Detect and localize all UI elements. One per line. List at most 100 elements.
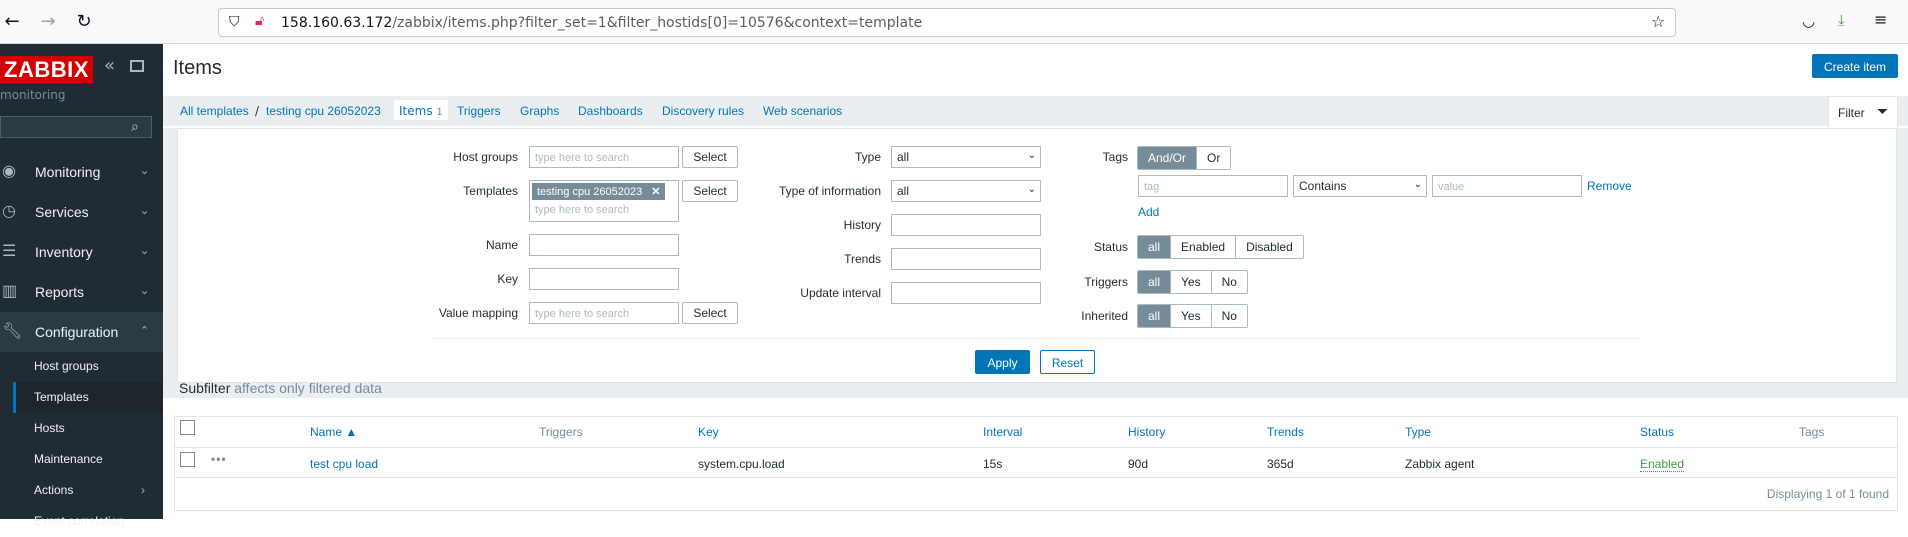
host-groups-select-button[interactable]: Select — [682, 146, 738, 168]
column-status[interactable]: Status — [1640, 425, 1674, 439]
templates-select-button[interactable]: Select — [682, 180, 738, 202]
item-key: system.cpu.load — [698, 457, 785, 471]
status-all-option[interactable]: all — [1138, 236, 1172, 258]
update-interval-input[interactable] — [891, 282, 1041, 304]
key-input[interactable] — [529, 268, 679, 290]
tags-or-option[interactable]: Or — [1197, 147, 1231, 169]
row-checkbox[interactable] — [180, 452, 195, 467]
menu-monitoring[interactable]: ◉ Monitoring ⌄ — [0, 152, 163, 192]
kiosk-mode-icon[interactable] — [130, 60, 144, 72]
chevron-right-icon: › — [141, 483, 145, 497]
menu-reports[interactable]: ▥ Reports ⌄ — [0, 272, 163, 312]
trends-input[interactable] — [891, 248, 1041, 270]
reset-button[interactable]: Reset — [1040, 350, 1095, 374]
templates-placeholder: type here to search — [535, 204, 630, 216]
type-of-information-select[interactable]: all ⌄ — [891, 180, 1041, 202]
status-enabled-option[interactable]: Enabled — [1171, 236, 1237, 258]
tag-value-input[interactable]: value — [1432, 175, 1582, 197]
history-input[interactable] — [891, 214, 1041, 236]
submenu-host-groups[interactable]: Host groups — [13, 351, 163, 382]
submenu-actions-label: Actions — [34, 483, 74, 497]
submenu-event-correlation[interactable]: Event correlation — [13, 506, 163, 537]
tab-discovery-rules[interactable]: Discovery rules — [662, 104, 744, 118]
chevron-down-icon: ⌄ — [1027, 184, 1036, 195]
tag-name-input[interactable]: tag — [1138, 175, 1288, 197]
type-select[interactable]: all ⌄ — [891, 146, 1041, 168]
select-all-checkbox[interactable] — [180, 420, 195, 435]
tab-triggers[interactable]: Triggers — [457, 104, 501, 118]
submenu-maintenance[interactable]: Maintenance — [13, 444, 163, 475]
submenu-hosts[interactable]: Hosts — [13, 413, 163, 444]
name-input[interactable] — [529, 234, 679, 256]
type-of-information-label: Type of information — [778, 184, 881, 198]
collapse-sidebar-icon[interactable]: « — [104, 55, 115, 76]
tab-dashboards[interactable]: Dashboards — [578, 104, 643, 118]
more-actions-icon[interactable]: ••• — [211, 452, 227, 466]
triggers-no-option[interactable]: No — [1211, 271, 1247, 293]
item-name-link[interactable]: test cpu load — [310, 457, 378, 471]
forward-icon[interactable]: → — [36, 10, 60, 34]
submenu-templates[interactable]: Templates — [13, 382, 163, 413]
filter-tab[interactable]: Filter ⏷ — [1828, 96, 1898, 128]
menu-configuration[interactable]: 🔧︎ Configuration ⌃ — [0, 312, 163, 352]
value-mapping-input[interactable]: type here to search — [529, 302, 679, 324]
triggers-toggle[interactable]: all Yes No — [1137, 270, 1248, 294]
crumb-all-templates[interactable]: All templates — [180, 104, 249, 118]
tags-evaltype-toggle[interactable]: And/Or Or — [1137, 146, 1232, 170]
inherited-toggle[interactable]: all Yes No — [1137, 304, 1248, 328]
tab-web-scenarios[interactable]: Web scenarios — [763, 104, 842, 118]
insecure-lock-icon[interactable]: 🔓︎ — [255, 13, 264, 29]
table-footer-count: Displaying 1 of 1 found — [1766, 487, 1889, 501]
triggers-yes-option[interactable]: Yes — [1171, 271, 1212, 293]
triggers-all-option[interactable]: all — [1138, 271, 1172, 293]
inherited-yes-option[interactable]: Yes — [1171, 305, 1212, 327]
url-host: 158.160.63.172 — [281, 15, 393, 31]
column-history[interactable]: History — [1128, 425, 1165, 439]
sidebar-search-input[interactable] — [0, 116, 152, 138]
app-menu-icon[interactable]: ≡ — [1874, 10, 1887, 29]
menu-inventory[interactable]: ☰ Inventory ⌄ — [0, 232, 163, 272]
status-toggle[interactable]: all Enabled Disabled — [1137, 235, 1304, 259]
inherited-all-option[interactable]: all — [1138, 305, 1172, 327]
tag-operator-select[interactable]: Contains ⌄ — [1293, 175, 1427, 197]
create-item-button[interactable]: Create item — [1812, 54, 1898, 78]
inherited-no-option[interactable]: No — [1211, 305, 1247, 327]
crumb-template[interactable]: testing cpu 26052023 — [266, 104, 381, 118]
submenu-actions[interactable]: Actions › — [13, 475, 163, 506]
clock-icon: ◷ — [2, 203, 16, 220]
remove-tag-link[interactable]: Remove — [1587, 179, 1632, 193]
tab-graphs[interactable]: Graphs — [520, 104, 559, 118]
tab-items[interactable]: Items 1 — [393, 99, 449, 121]
pocket-icon[interactable]: ◡ — [1802, 12, 1815, 30]
column-tags: Tags — [1799, 425, 1825, 439]
item-status-toggle[interactable]: Enabled — [1640, 457, 1685, 472]
shield-icon[interactable]: ⛉ — [229, 14, 240, 30]
column-interval[interactable]: Interval — [983, 425, 1022, 439]
key-label: Key — [497, 272, 518, 286]
column-type[interactable]: Type — [1405, 425, 1431, 439]
chevron-down-icon: ⌄ — [1413, 179, 1422, 190]
inherited-label: Inherited — [1081, 309, 1128, 323]
add-tag-link[interactable]: Add — [1138, 205, 1159, 219]
address-bar[interactable]: ⛉ 🔓︎ 158.160.63.172/zabbix/items.php?fil… — [218, 8, 1676, 37]
menu-services[interactable]: ◷ Services ⌄ — [0, 192, 163, 232]
chevron-down-icon: ⌄ — [140, 285, 150, 297]
tags-andor-option[interactable]: And/Or — [1138, 147, 1198, 169]
column-name[interactable]: Name ▲ — [310, 425, 357, 439]
remove-chip-icon[interactable]: ✕ — [651, 186, 660, 198]
column-triggers: Triggers — [539, 425, 583, 439]
status-disabled-option[interactable]: Disabled — [1236, 236, 1303, 258]
host-groups-input[interactable]: type here to search — [529, 146, 679, 168]
back-icon[interactable]: ← — [0, 10, 24, 34]
reload-icon[interactable]: ↻ — [72, 10, 96, 34]
value-mapping-select-button[interactable]: Select — [682, 302, 738, 324]
search-icon[interactable]: ⌕ — [131, 119, 139, 135]
templates-label: Templates — [463, 184, 518, 198]
apply-button[interactable]: Apply — [975, 350, 1030, 374]
template-chip[interactable]: testing cpu 26052023 ✕ — [532, 183, 666, 200]
bookmark-star-icon[interactable]: ☆ — [1651, 12, 1665, 31]
column-trends[interactable]: Trends — [1267, 425, 1304, 439]
zabbix-logo[interactable]: ZABBIX — [0, 56, 93, 83]
column-key[interactable]: Key — [698, 425, 719, 439]
download-icon[interactable]: ⤓ — [1838, 11, 1845, 29]
